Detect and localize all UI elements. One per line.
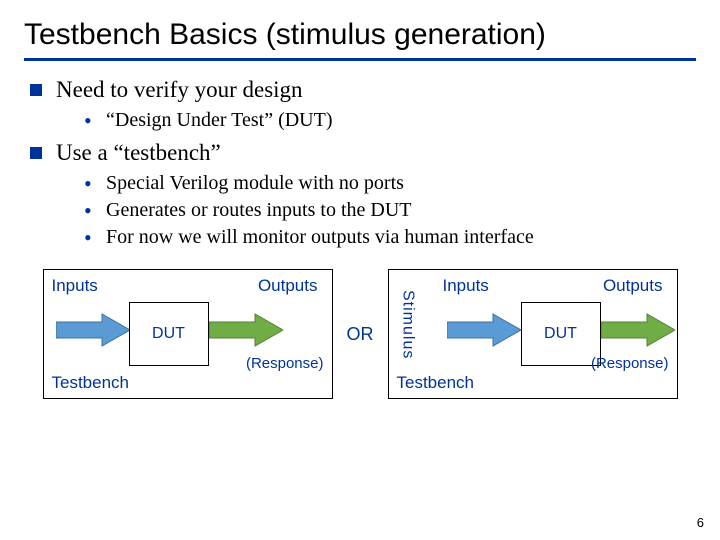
bullet-1: Need to verify your design “Design Under… — [30, 77, 696, 134]
dut-box-left: DUT — [129, 302, 209, 366]
outputs-label-left: Outputs — [258, 276, 318, 296]
response-label-right: (Response) — [591, 355, 669, 372]
dut-box-right: DUT — [521, 302, 601, 366]
bullet-2-text: Use a “testbench” — [56, 140, 221, 165]
dut-label-right: DUT — [544, 325, 577, 343]
bullet-1-sub-1: “Design Under Test” (DUT) — [84, 107, 696, 134]
or-label: OR — [347, 324, 374, 345]
bullet-2-sub-1: Special Verilog module with no ports — [84, 170, 696, 197]
slide-title: Testbench Basics (stimulus generation) — [24, 18, 696, 61]
bullet-2-sub-3: For now we will monitor outputs via huma… — [84, 224, 696, 251]
diagram-row: Inputs Outputs DUT (Response) Testbench … — [24, 269, 696, 399]
dut-label-left: DUT — [152, 325, 185, 343]
bullet-1-text: Need to verify your design — [56, 77, 303, 102]
stimulus-label: Stimulus — [399, 290, 417, 359]
output-arrow-icon-left — [209, 312, 283, 348]
bullet-list: Need to verify your design “Design Under… — [24, 77, 696, 251]
bullet-2-sublist: Special Verilog module with no ports Gen… — [56, 170, 696, 251]
response-label-left: (Response) — [246, 355, 324, 372]
testbench-box-right: Stimulus Inputs Outputs DUT (Response) T… — [388, 269, 678, 399]
testbench-label-right: Testbench — [397, 373, 475, 393]
input-arrow-icon-left — [56, 312, 130, 348]
testbench-label-left: Testbench — [52, 373, 130, 393]
output-arrow-icon-right — [601, 312, 675, 348]
outputs-label-right: Outputs — [603, 276, 663, 296]
page-number: 6 — [697, 515, 704, 530]
bullet-2-sub-2: Generates or routes inputs to the DUT — [84, 197, 696, 224]
bullet-2: Use a “testbench” Special Verilog module… — [30, 140, 696, 251]
inputs-label-left: Inputs — [52, 276, 98, 296]
testbench-box-left: Inputs Outputs DUT (Response) Testbench — [43, 269, 333, 399]
bullet-1-sublist: “Design Under Test” (DUT) — [56, 107, 696, 134]
input-arrow-icon-right — [447, 312, 521, 348]
inputs-label-right: Inputs — [443, 276, 489, 296]
